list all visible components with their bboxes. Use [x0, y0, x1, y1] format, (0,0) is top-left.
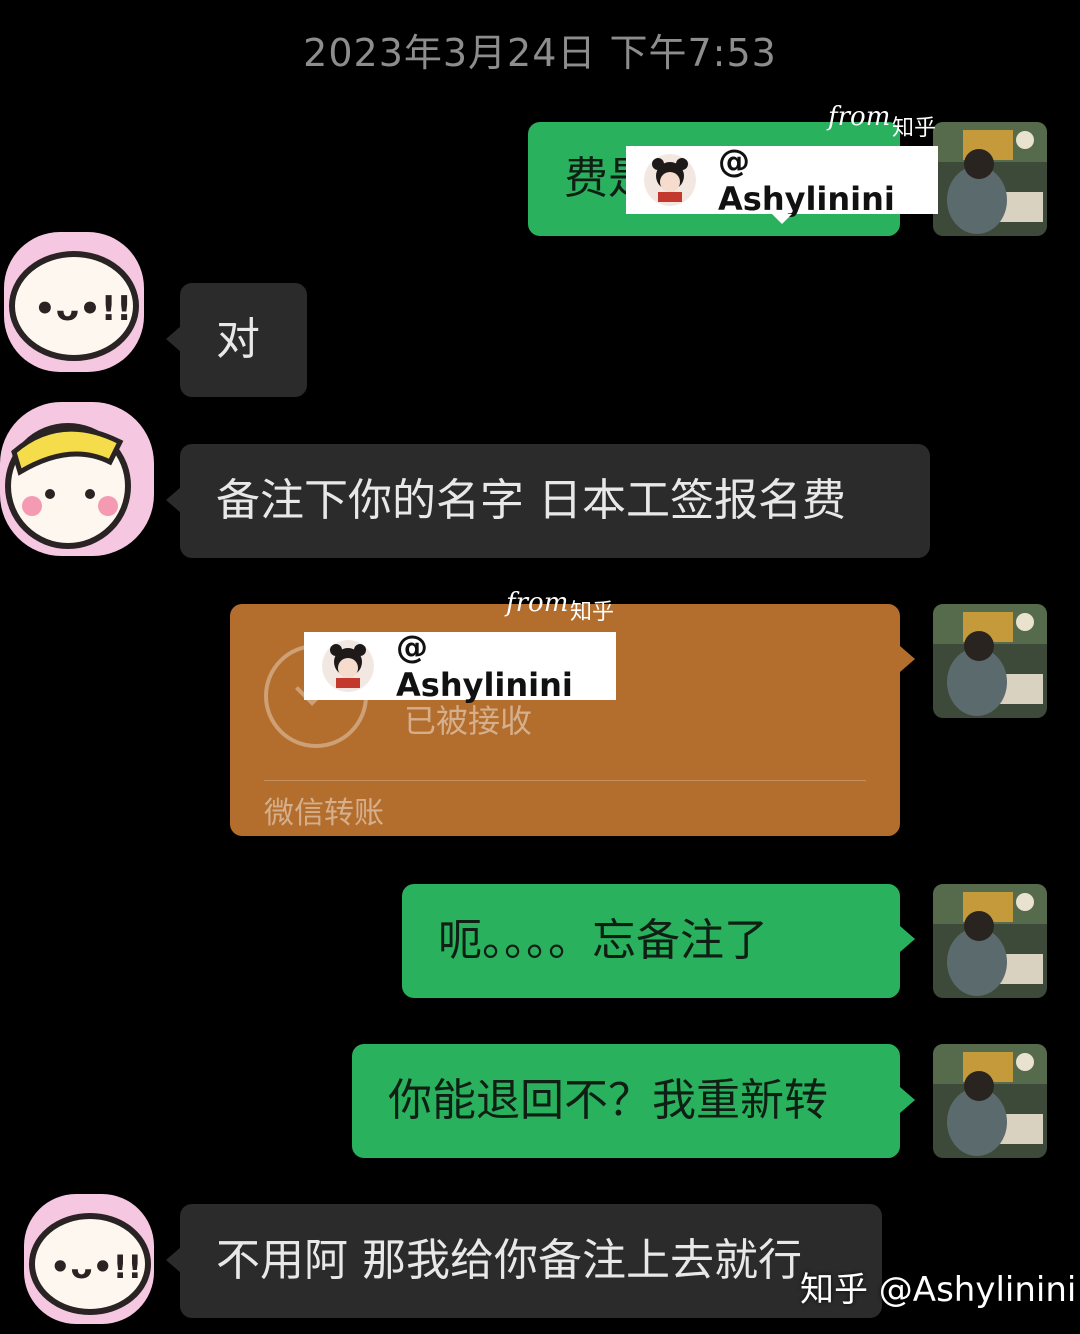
message-bubble-received[interactable]: 对: [180, 283, 307, 397]
reading-person-icon: [933, 884, 1047, 998]
reading-person-icon: [933, 122, 1047, 236]
message-bubble-sent[interactable]: 你能退回不？我重新转: [352, 1044, 900, 1158]
bubble-tail: [900, 926, 915, 952]
watermark-avatar-icon: [322, 640, 374, 692]
bubble-tail: [166, 487, 181, 513]
message-text: 对: [216, 314, 260, 365]
self-avatar[interactable]: [933, 122, 1047, 236]
message-bubble-received[interactable]: 备注下你的名字 日本工签报名费: [180, 444, 930, 558]
transfer-footer: 微信转账: [264, 796, 384, 831]
message-bubble-received[interactable]: 不用阿 那我给你备注上去就行: [180, 1204, 882, 1318]
self-avatar[interactable]: [933, 884, 1047, 998]
watermark-handle: @ Ashylinini: [396, 628, 573, 704]
reading-person-icon: [933, 1044, 1047, 1158]
reading-person-icon: [933, 604, 1047, 718]
peer-avatar[interactable]: [0, 402, 154, 556]
watermark-site: 知乎: [570, 600, 615, 625]
message-text: 不用阿 那我给你备注上去就行: [216, 1235, 802, 1286]
watermark-from-label: from: [506, 588, 569, 618]
transfer-divider: [264, 780, 866, 781]
bubble-tail: [900, 646, 915, 672]
bubble-tail: [166, 1247, 181, 1273]
svg-text:•ᴗ•!!: •ᴗ•!!: [50, 1248, 142, 1286]
corner-watermark: 知乎 @Ashylinini: [800, 1270, 1077, 1310]
svg-text:•ᴗ•!!: •ᴗ•!!: [34, 289, 132, 329]
message-bubble-sent[interactable]: 呃。。。。忘备注了: [402, 884, 900, 998]
self-avatar[interactable]: [933, 1044, 1047, 1158]
watermark-handle: @ Ashylinini: [718, 142, 895, 218]
watermark-site: 知乎: [892, 116, 937, 141]
watermark-notch: [772, 214, 792, 224]
bubble-tail: [900, 1087, 915, 1113]
watermark-avatar-icon: [644, 154, 696, 206]
message-text: 你能退回不？我重新转: [388, 1075, 828, 1126]
cartoon-speech-icon: •ᴗ•!!: [4, 232, 144, 372]
bubble-tail: [166, 326, 181, 352]
message-text: 备注下你的名字 日本工签报名费: [216, 475, 846, 526]
chat-timestamp: 2023年3月24日 下午7:53: [303, 31, 777, 75]
cartoon-face-icon: [0, 402, 154, 556]
message-text: 呃。。。。忘备注了: [438, 915, 768, 966]
peer-avatar[interactable]: •ᴗ•!!: [24, 1194, 154, 1324]
watermark-handle-tag: @ Ashylinini: [304, 628, 616, 704]
peer-avatar[interactable]: •ᴗ•!!: [4, 232, 144, 372]
self-avatar[interactable]: [933, 604, 1047, 718]
cartoon-speech-icon: •ᴗ•!!: [24, 1194, 154, 1324]
watermark-handle-tag: @ Ashylinini: [626, 142, 938, 224]
watermark-from-label: from: [828, 102, 891, 132]
